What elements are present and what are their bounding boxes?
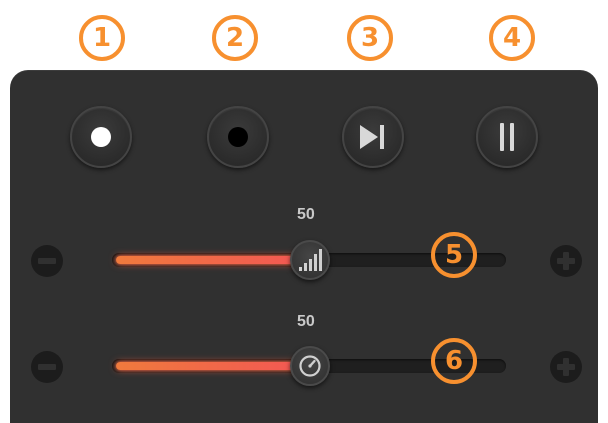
white-dot-icon [91,127,111,147]
callout-1: 1 [79,15,125,61]
black-dot-button[interactable] [207,106,269,168]
skip-forward-button[interactable] [342,106,404,168]
signal-bars-icon [299,249,322,271]
callout-5: 5 [431,232,477,278]
white-dot-button[interactable] [70,106,132,168]
volume-increase-button[interactable] [550,245,582,277]
black-dot-icon [228,127,248,147]
volume-value-label: 50 [297,206,315,223]
speed-slider-knob[interactable] [290,346,330,386]
pause-button[interactable] [476,106,538,168]
plus-icon [563,252,569,270]
volume-slider-fill [116,256,316,264]
stage: 1 2 3 4 50 5 50 6 [0,0,608,423]
speedometer-icon [299,355,321,377]
skip-forward-icon [360,125,384,149]
minus-icon [38,258,56,264]
speed-decrease-button[interactable] [31,351,63,383]
volume-decrease-button[interactable] [31,245,63,277]
speed-increase-button[interactable] [550,351,582,383]
callout-3: 3 [347,15,393,61]
speed-slider-fill [116,362,316,370]
pause-icon [500,123,514,151]
minus-icon [38,364,56,370]
volume-slider-knob[interactable] [290,240,330,280]
callout-2: 2 [212,15,258,61]
callout-4: 4 [489,15,535,61]
speed-value-label: 50 [297,313,315,330]
plus-icon [563,358,569,376]
callout-6: 6 [431,338,477,384]
control-panel: 50 5 50 6 [10,70,598,423]
